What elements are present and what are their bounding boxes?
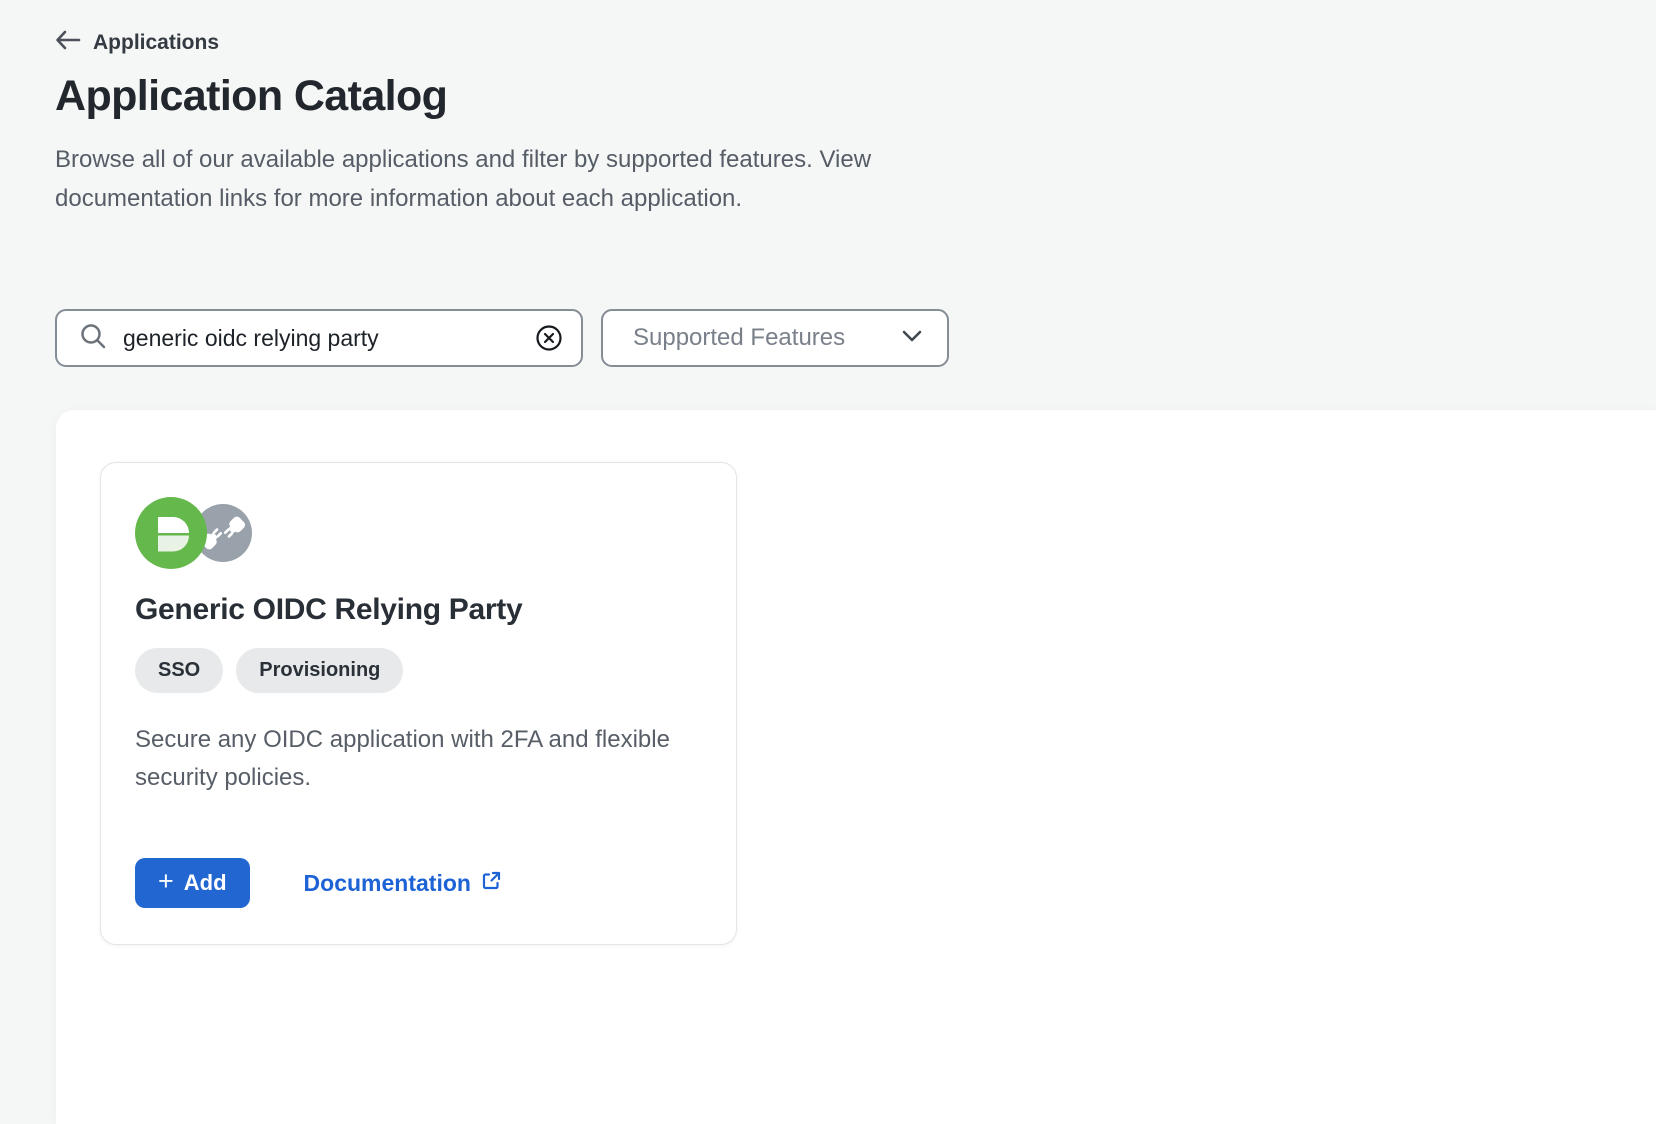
breadcrumb-label: Applications (93, 31, 219, 55)
search-input[interactable] (121, 324, 522, 353)
magnifier-icon (78, 321, 108, 356)
documentation-link-label: Documentation (304, 870, 471, 897)
page-description: Browse all of our available applications… (55, 140, 1030, 218)
clear-circle-x-icon (535, 324, 563, 352)
feature-badges: SSO Provisioning (135, 648, 702, 693)
application-catalog-page: Applications Application Catalog Browse … (0, 0, 1656, 1124)
card-footer: + Add Documentation (135, 858, 702, 908)
supported-features-dropdown[interactable]: Supported Features (601, 309, 949, 367)
clear-search-button[interactable] (535, 324, 563, 352)
duo-d-icon (135, 497, 207, 569)
external-link-icon (481, 870, 502, 897)
search-box (55, 309, 583, 367)
documentation-link[interactable]: Documentation (304, 870, 502, 897)
results-panel: Generic OIDC Relying Party SSO Provision… (56, 410, 1656, 1124)
application-title: Generic OIDC Relying Party (135, 593, 702, 627)
application-description: Secure any OIDC application with 2FA and… (135, 721, 670, 797)
plus-icon: + (158, 868, 174, 895)
supported-features-label: Supported Features (633, 324, 845, 352)
application-card-generic-oidc: Generic OIDC Relying Party SSO Provision… (100, 462, 737, 945)
application-logos (135, 497, 702, 569)
page-title: Application Catalog (55, 72, 447, 121)
arrow-left-icon (55, 30, 81, 55)
breadcrumb-back-applications[interactable]: Applications (55, 30, 219, 55)
add-button[interactable]: + Add (135, 858, 250, 908)
badge-sso: SSO (135, 648, 223, 693)
chevron-down-icon (901, 329, 923, 348)
badge-provisioning: Provisioning (236, 648, 403, 693)
add-button-label: Add (184, 870, 227, 896)
